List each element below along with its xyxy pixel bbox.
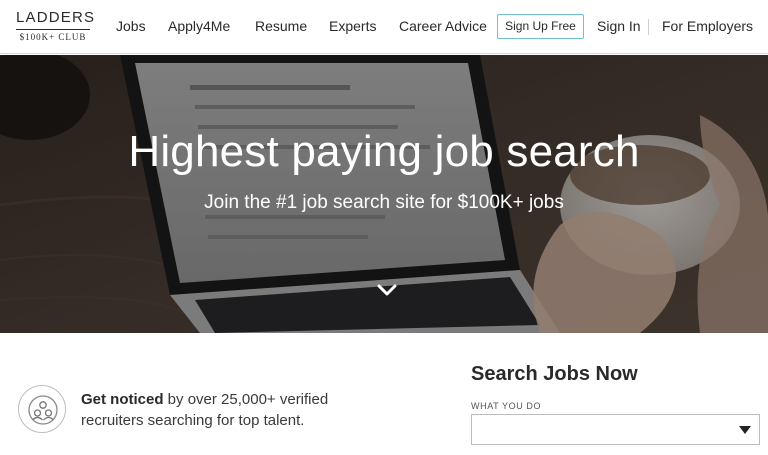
logo-tagline: $100K+ CLUB xyxy=(16,29,90,42)
ladders-logo[interactable]: LADDERS $100K+ CLUB xyxy=(16,9,96,42)
nav-divider xyxy=(648,19,649,35)
sign-up-free-button[interactable]: Sign Up Free xyxy=(497,14,584,39)
top-navigation: LADDERS $100K+ CLUB Jobs Apply4Me Resume… xyxy=(0,0,768,54)
for-employers-link[interactable]: For Employers xyxy=(662,17,753,35)
nav-link-apply4me[interactable]: Apply4Me xyxy=(168,17,230,35)
hero-banner: Highest paying job search Join the #1 jo… xyxy=(0,55,768,333)
what-you-do-select[interactable] xyxy=(471,414,760,445)
recruiter-notice: Get noticed by over 25,000+ verified rec… xyxy=(81,389,371,431)
search-jobs-title: Search Jobs Now xyxy=(471,363,638,385)
dropdown-arrow-icon xyxy=(739,426,751,434)
logo-wordmark: LADDERS xyxy=(16,9,96,26)
nav-link-career-advice[interactable]: Career Advice xyxy=(399,17,487,35)
sign-in-link[interactable]: Sign In xyxy=(597,17,641,35)
nav-link-resume[interactable]: Resume xyxy=(255,17,307,35)
nav-link-experts[interactable]: Experts xyxy=(329,17,376,35)
hero-subtitle: Join the #1 job search site for $100K+ j… xyxy=(204,192,564,213)
hero-title: Highest paying job search xyxy=(128,127,640,176)
notice-highlight: Get noticed xyxy=(81,391,164,408)
chevron-down-icon[interactable] xyxy=(377,283,397,297)
nav-link-jobs[interactable]: Jobs xyxy=(116,17,146,35)
what-you-do-label: WHAT YOU DO xyxy=(471,401,542,411)
people-group-icon xyxy=(18,385,66,433)
